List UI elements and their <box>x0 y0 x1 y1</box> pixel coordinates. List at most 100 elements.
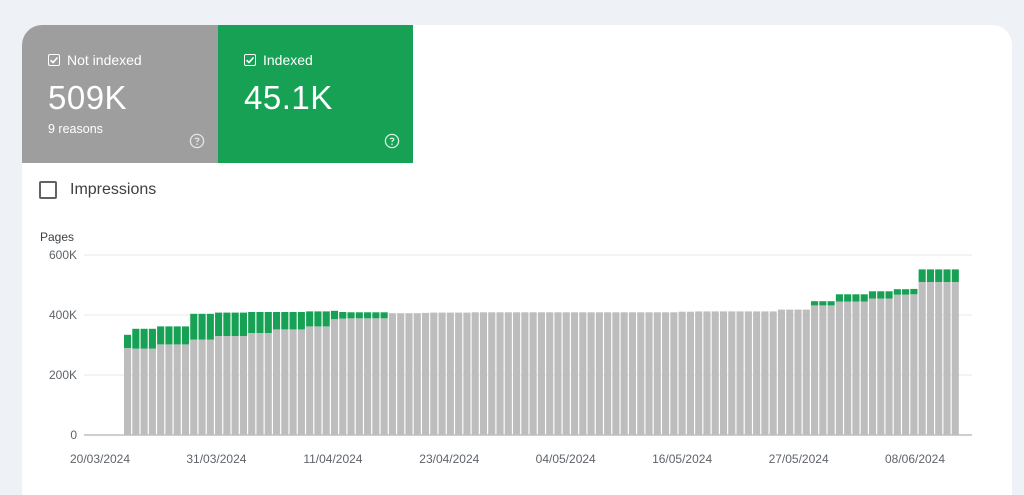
bar-not-indexed[interactable] <box>297 329 305 435</box>
bar-indexed[interactable] <box>181 326 190 345</box>
bar-not-indexed[interactable] <box>877 298 885 436</box>
bar-not-indexed[interactable] <box>769 311 777 435</box>
bar-not-indexed[interactable] <box>405 313 413 435</box>
bar-indexed[interactable] <box>852 294 860 302</box>
bar-not-indexed[interactable] <box>463 312 471 435</box>
bar-not-indexed[interactable] <box>347 318 355 435</box>
bar-not-indexed[interactable] <box>190 339 198 435</box>
bar-not-indexed[interactable] <box>902 294 910 435</box>
bar-indexed[interactable] <box>215 312 223 336</box>
bar-not-indexed[interactable] <box>546 312 554 435</box>
bar-not-indexed[interactable] <box>148 348 156 435</box>
bar-not-indexed[interactable] <box>670 312 678 435</box>
bar-not-indexed[interactable] <box>736 311 744 435</box>
bar-not-indexed[interactable] <box>248 333 256 435</box>
bar-not-indexed[interactable] <box>488 312 496 435</box>
bar-not-indexed[interactable] <box>306 326 314 435</box>
bar-not-indexed[interactable] <box>231 336 239 435</box>
bar-not-indexed[interactable] <box>397 313 405 435</box>
bar-not-indexed[interactable] <box>637 312 645 435</box>
bar-indexed[interactable] <box>868 291 877 299</box>
bar-not-indexed[interactable] <box>479 312 488 435</box>
bar-not-indexed[interactable] <box>223 336 231 435</box>
bar-not-indexed[interactable] <box>314 326 322 435</box>
bar-not-indexed[interactable] <box>330 319 339 435</box>
bar-indexed[interactable] <box>272 312 281 330</box>
bar-not-indexed[interactable] <box>124 348 132 435</box>
bar-not-indexed[interactable] <box>289 329 297 435</box>
bar-not-indexed[interactable] <box>198 339 206 435</box>
bar-not-indexed[interactable] <box>852 301 860 436</box>
bar-indexed[interactable] <box>885 291 893 299</box>
bar-not-indexed[interactable] <box>281 329 289 435</box>
bar-not-indexed[interactable] <box>918 282 926 435</box>
bar-not-indexed[interactable] <box>372 318 380 435</box>
bar-not-indexed[interactable] <box>777 309 786 435</box>
bar-not-indexed[interactable] <box>272 329 281 435</box>
bar-not-indexed[interactable] <box>653 312 661 435</box>
bar-not-indexed[interactable] <box>496 312 504 435</box>
bar-not-indexed[interactable] <box>678 311 686 435</box>
bar-indexed[interactable] <box>231 312 239 336</box>
bar-not-indexed[interactable] <box>604 312 612 435</box>
bar-not-indexed[interactable] <box>504 312 512 435</box>
bar-not-indexed[interactable] <box>811 305 819 435</box>
bar-indexed[interactable] <box>190 313 198 340</box>
bar-not-indexed[interactable] <box>537 312 545 435</box>
bar-not-indexed[interactable] <box>612 312 620 435</box>
bar-indexed[interactable] <box>281 312 289 330</box>
bar-not-indexed[interactable] <box>662 312 670 435</box>
bar-not-indexed[interactable] <box>794 309 802 435</box>
bar-not-indexed[interactable] <box>181 344 190 435</box>
bar-not-indexed[interactable] <box>413 313 421 435</box>
bar-not-indexed[interactable] <box>264 333 272 435</box>
bar-not-indexed[interactable] <box>455 312 463 435</box>
bar-indexed[interactable] <box>264 312 272 333</box>
bar-not-indexed[interactable] <box>703 311 711 435</box>
bar-not-indexed[interactable] <box>570 312 579 435</box>
bar-not-indexed[interactable] <box>885 298 893 436</box>
bar-not-indexed[interactable] <box>157 344 165 435</box>
bar-indexed[interactable] <box>347 312 355 319</box>
bar-not-indexed[interactable] <box>364 318 372 435</box>
bar-indexed[interactable] <box>239 312 247 336</box>
bar-not-indexed[interactable] <box>562 312 570 435</box>
bar-indexed[interactable] <box>248 312 256 333</box>
bar-not-indexed[interactable] <box>595 312 603 435</box>
bar-not-indexed[interactable] <box>926 282 935 435</box>
bar-not-indexed[interactable] <box>719 311 728 435</box>
bar-indexed[interactable] <box>297 312 305 330</box>
bar-not-indexed[interactable] <box>744 311 752 435</box>
bar-indexed[interactable] <box>157 326 165 345</box>
bar-not-indexed[interactable] <box>711 311 719 435</box>
bar-indexed[interactable] <box>860 294 868 302</box>
bar-not-indexed[interactable] <box>910 294 918 435</box>
bar-indexed[interactable] <box>372 312 380 319</box>
bar-indexed[interactable] <box>835 294 843 302</box>
bar-not-indexed[interactable] <box>388 313 396 435</box>
bar-indexed[interactable] <box>223 312 231 336</box>
bar-indexed[interactable] <box>140 328 148 349</box>
bar-not-indexed[interactable] <box>761 311 769 435</box>
bar-not-indexed[interactable] <box>786 309 794 435</box>
bar-not-indexed[interactable] <box>380 318 388 435</box>
bar-indexed[interactable] <box>165 326 173 345</box>
bar-not-indexed[interactable] <box>215 336 223 435</box>
bar-indexed[interactable] <box>355 312 363 319</box>
bar-not-indexed[interactable] <box>140 348 148 435</box>
bar-indexed[interactable] <box>206 313 214 340</box>
bar-indexed[interactable] <box>844 294 852 302</box>
bar-indexed[interactable] <box>910 288 918 295</box>
bar-not-indexed[interactable] <box>579 312 587 435</box>
bar-not-indexed[interactable] <box>529 312 537 435</box>
bar-not-indexed[interactable] <box>695 311 703 435</box>
bar-not-indexed[interactable] <box>753 311 761 435</box>
bar-indexed[interactable] <box>893 289 901 295</box>
bar-not-indexed[interactable] <box>554 312 562 435</box>
bar-indexed[interactable] <box>124 334 132 348</box>
bar-not-indexed[interactable] <box>132 348 140 435</box>
bar-indexed[interactable] <box>256 312 264 333</box>
bar-indexed[interactable] <box>380 312 388 319</box>
bar-not-indexed[interactable] <box>173 344 181 435</box>
bar-not-indexed[interactable] <box>645 312 653 435</box>
